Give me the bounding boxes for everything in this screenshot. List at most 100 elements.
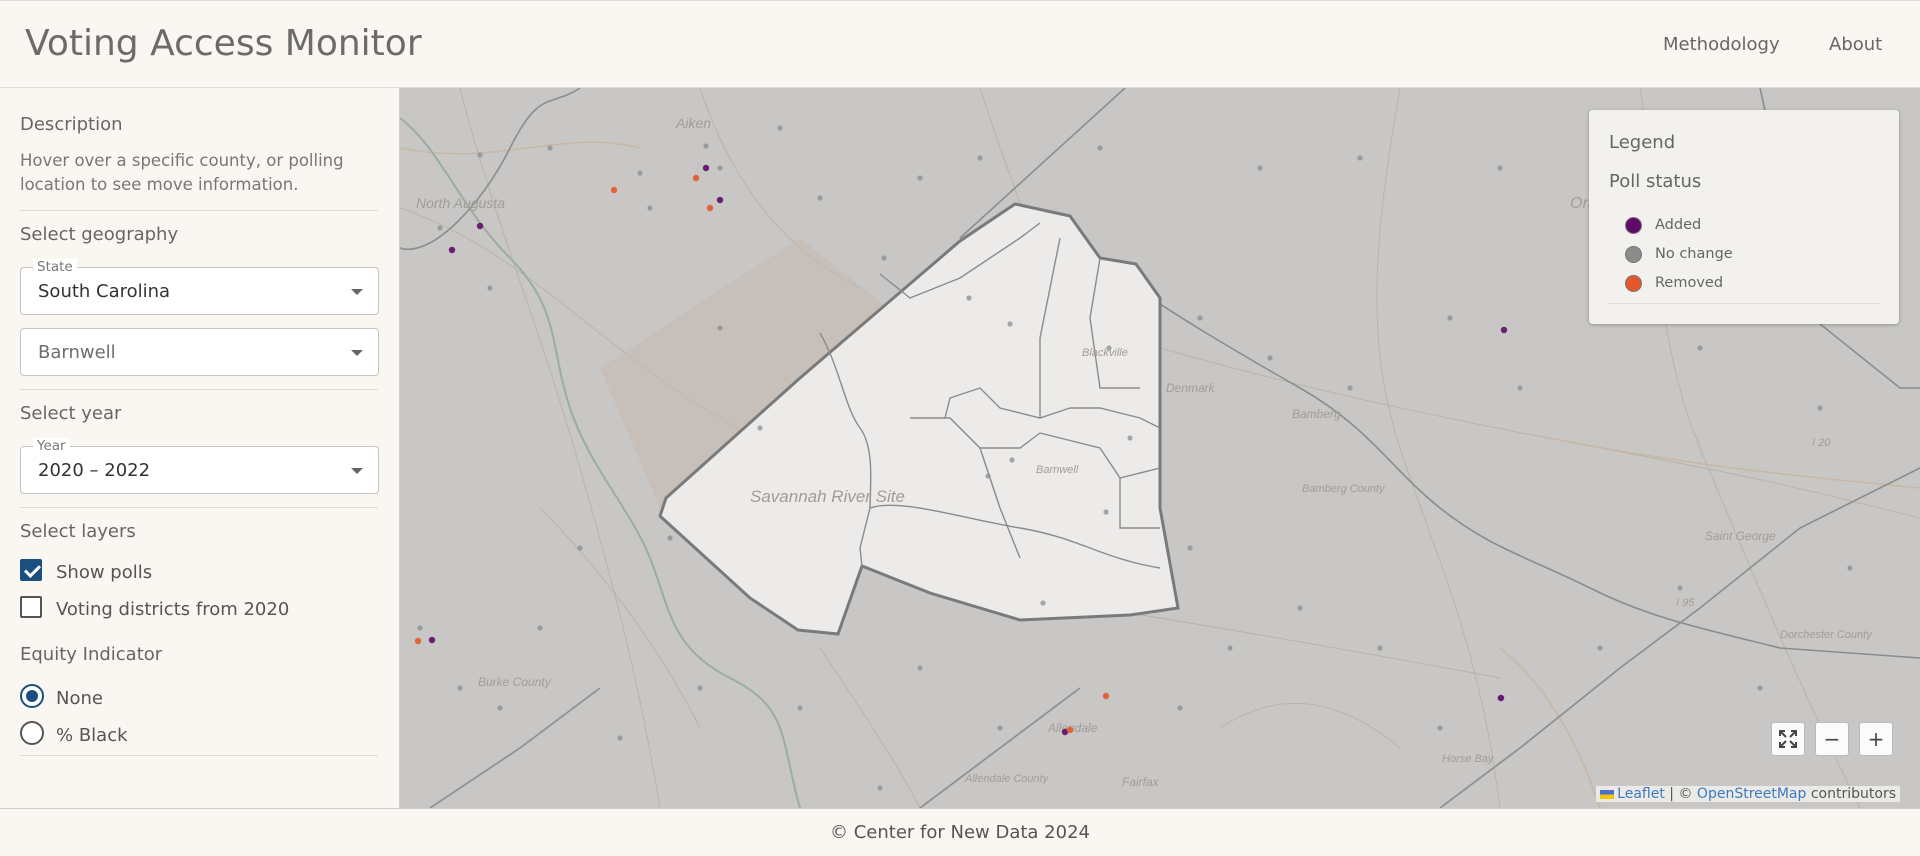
poll-location-marker[interactable] <box>1597 645 1603 651</box>
nav-methodology-link[interactable]: Methodology <box>1663 34 1780 55</box>
poll-location-marker[interactable] <box>1437 725 1443 731</box>
show-polls-checkbox[interactable] <box>20 559 42 581</box>
poll-location-marker[interactable] <box>1497 694 1505 702</box>
poll-location-marker[interactable] <box>817 195 823 201</box>
poll-location-marker[interactable] <box>1377 645 1383 651</box>
poll-location-marker[interactable] <box>703 143 709 149</box>
poll-location-marker[interactable] <box>706 204 714 212</box>
poll-location-marker[interactable] <box>702 164 710 172</box>
poll-location-marker[interactable] <box>1297 605 1303 611</box>
poll-location-marker[interactable] <box>1227 645 1233 651</box>
poll-location-marker[interactable] <box>917 665 923 671</box>
place-label: Allendale County <box>964 773 1050 785</box>
poll-location-marker[interactable] <box>1097 145 1103 151</box>
app-header: Voting Access Monitor Methodology About <box>0 0 1920 88</box>
poll-location-marker[interactable] <box>1103 509 1109 515</box>
zoom-out-button[interactable]: − <box>1815 722 1849 756</box>
poll-location-marker[interactable] <box>1500 326 1508 334</box>
poll-location-marker[interactable] <box>428 636 436 644</box>
attribution-suffix: contributors <box>1806 786 1896 802</box>
poll-location-marker[interactable] <box>692 174 700 182</box>
poll-location-marker[interactable] <box>610 186 618 194</box>
poll-location-marker[interactable] <box>1257 165 1263 171</box>
year-select[interactable]: Year 2020 – 2022 <box>20 438 379 494</box>
legend-title: Legend <box>1609 132 1676 153</box>
poll-location-marker[interactable] <box>1040 600 1046 606</box>
place-label: I 20 <box>1812 437 1831 449</box>
poll-location-marker[interactable] <box>966 295 972 301</box>
leaflet-link[interactable]: Leaflet <box>1617 786 1665 802</box>
poll-location-marker[interactable] <box>777 125 783 131</box>
equity-none-label[interactable]: None <box>56 688 103 709</box>
legend-swatch <box>1625 246 1642 263</box>
poll-location-marker[interactable] <box>1267 355 1273 361</box>
poll-location-marker[interactable] <box>667 535 673 541</box>
fullscreen-button[interactable] <box>1771 722 1805 756</box>
poll-location-marker[interactable] <box>477 152 483 158</box>
poll-location-marker[interactable] <box>997 725 1003 731</box>
poll-location-marker[interactable] <box>577 545 583 551</box>
poll-location-marker[interactable] <box>537 625 543 631</box>
county-select-value: Barnwell <box>38 342 116 363</box>
poll-location-marker[interactable] <box>717 325 723 331</box>
poll-location-marker[interactable] <box>1347 385 1353 391</box>
poll-location-marker[interactable] <box>487 285 493 291</box>
poll-location-marker[interactable] <box>448 246 456 254</box>
poll-location-marker[interactable] <box>1106 345 1112 351</box>
poll-location-marker[interactable] <box>717 165 723 171</box>
poll-location-marker[interactable] <box>881 255 887 261</box>
poll-location-marker[interactable] <box>1847 565 1853 571</box>
poll-location-marker[interactable] <box>697 685 703 691</box>
poll-location-marker[interactable] <box>1177 705 1183 711</box>
poll-location-marker[interactable] <box>877 785 883 791</box>
poll-location-marker[interactable] <box>1009 457 1015 463</box>
osm-link[interactable]: OpenStreetMap <box>1697 786 1806 802</box>
equity-black-radio[interactable] <box>20 721 44 745</box>
poll-location-marker[interactable] <box>1127 435 1133 441</box>
poll-location-marker[interactable] <box>476 222 484 230</box>
poll-location-marker[interactable] <box>437 225 443 231</box>
equity-none-radio[interactable] <box>20 684 44 708</box>
voting-districts-checkbox[interactable] <box>20 596 42 618</box>
poll-location-marker[interactable] <box>497 705 503 711</box>
equity-black-label[interactable]: % Black <box>56 725 128 746</box>
poll-location-marker[interactable] <box>757 425 763 431</box>
poll-location-marker[interactable] <box>1447 315 1453 321</box>
state-select[interactable]: State South Carolina <box>20 259 379 315</box>
poll-location-marker[interactable] <box>716 196 724 204</box>
poll-location-marker[interactable] <box>1187 545 1193 551</box>
poll-location-marker[interactable] <box>797 705 803 711</box>
poll-location-marker[interactable] <box>547 145 553 151</box>
plus-icon: + <box>1867 727 1885 751</box>
poll-location-marker[interactable] <box>1102 692 1110 700</box>
county-select[interactable]: Barnwell <box>20 328 379 376</box>
poll-location-marker[interactable] <box>1497 165 1503 171</box>
poll-location-marker[interactable] <box>1817 405 1823 411</box>
place-label: Dorchester County <box>1780 629 1873 641</box>
poll-location-marker[interactable] <box>617 735 623 741</box>
poll-location-marker[interactable] <box>417 625 423 631</box>
poll-location-marker[interactable] <box>457 685 463 691</box>
select-layers-title: Select layers <box>20 521 136 542</box>
poll-location-marker[interactable] <box>1066 726 1074 734</box>
poll-location-marker[interactable] <box>1757 685 1763 691</box>
poll-location-marker[interactable] <box>637 170 643 176</box>
poll-location-marker[interactable] <box>985 473 991 479</box>
legend-label: Removed <box>1655 275 1724 291</box>
poll-location-marker[interactable] <box>1517 385 1523 391</box>
poll-location-marker[interactable] <box>647 205 653 211</box>
zoom-in-button[interactable]: + <box>1859 722 1893 756</box>
poll-location-marker[interactable] <box>917 175 923 181</box>
poll-location-marker[interactable] <box>1197 315 1203 321</box>
poll-location-marker[interactable] <box>1357 155 1363 161</box>
poll-location-marker[interactable] <box>977 155 983 161</box>
nav-about-link[interactable]: About <box>1829 34 1882 55</box>
poll-location-marker[interactable] <box>1697 345 1703 351</box>
voting-districts-label[interactable]: Voting districts from 2020 <box>56 599 289 620</box>
map-view[interactable]: Savannah River Site Orangeburg Denmark B… <box>400 88 1920 808</box>
divider <box>20 755 378 756</box>
poll-location-marker[interactable] <box>1007 321 1013 327</box>
poll-location-marker[interactable] <box>1677 585 1683 591</box>
poll-location-marker[interactable] <box>414 637 422 645</box>
show-polls-label[interactable]: Show polls <box>56 562 152 583</box>
